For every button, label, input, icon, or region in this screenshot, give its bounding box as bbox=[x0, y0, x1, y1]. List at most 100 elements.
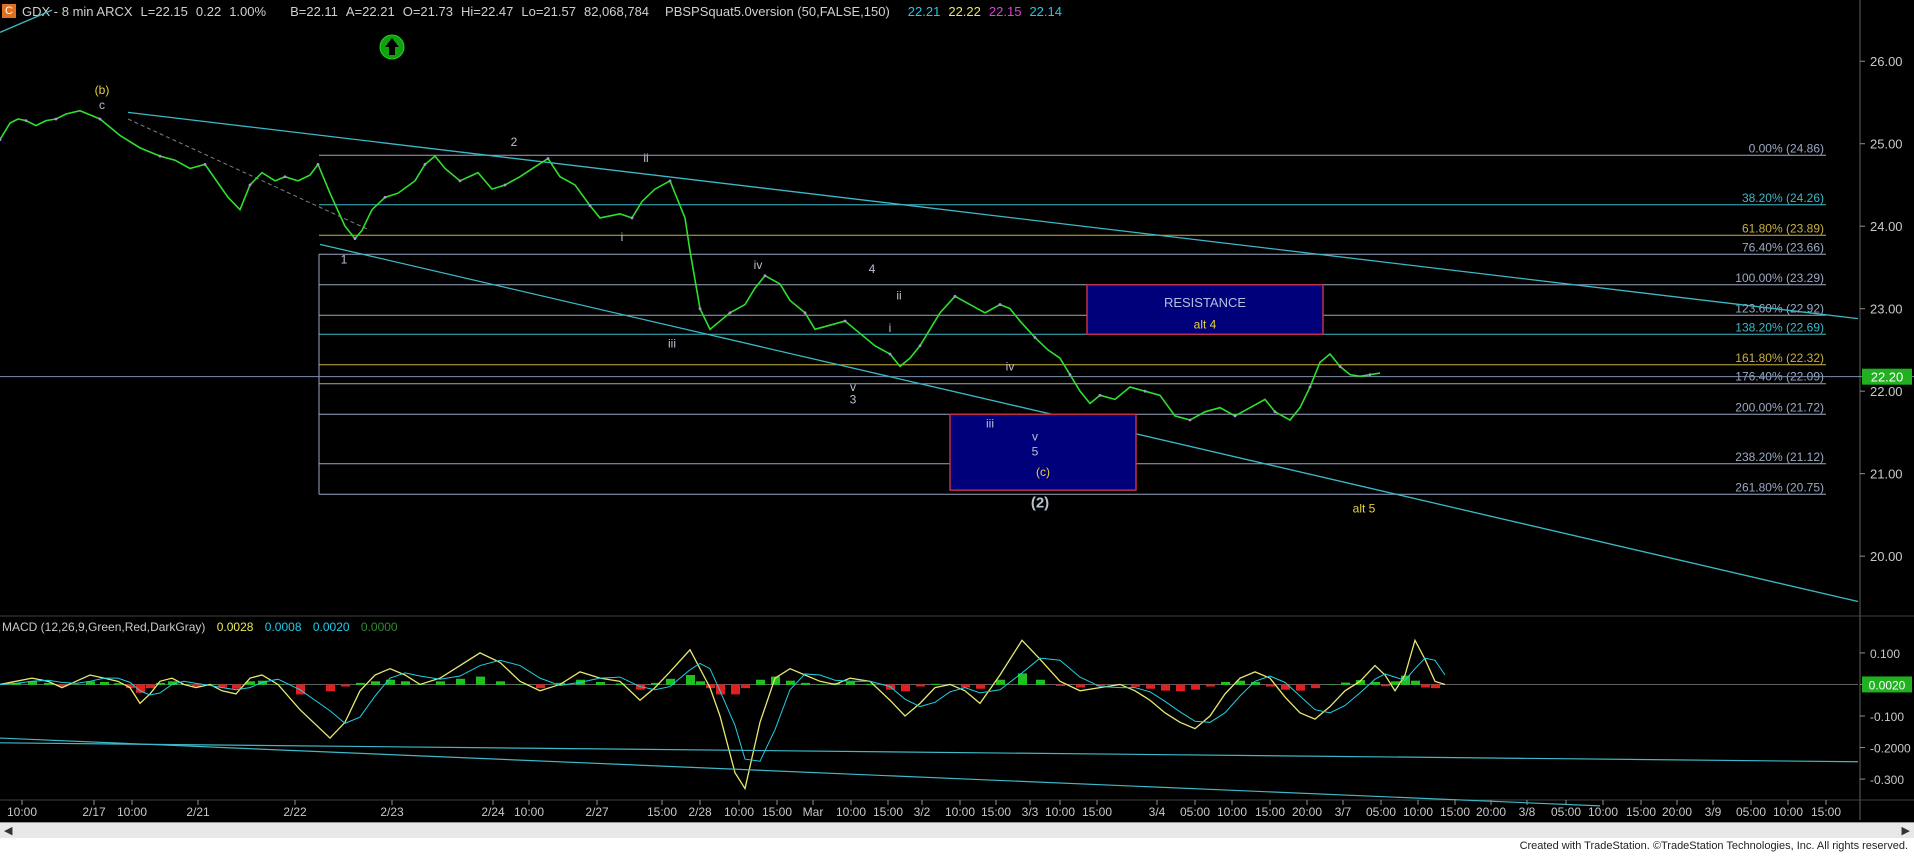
price-point bbox=[98, 117, 102, 121]
macd-hist-bar bbox=[326, 684, 335, 692]
macd-trendline-1 bbox=[0, 742, 1859, 763]
macd-hist-bar bbox=[1206, 684, 1215, 687]
price-point bbox=[803, 311, 807, 315]
scroll-right-icon[interactable]: ▶ bbox=[1902, 824, 1910, 837]
macd-hist-bar bbox=[816, 684, 825, 685]
macd-value-0: 0.0028 bbox=[216, 620, 254, 634]
price-point bbox=[353, 237, 357, 240]
price-point bbox=[843, 319, 847, 323]
x-tick-label: 3/7 bbox=[1335, 805, 1352, 819]
macd-hist-bar bbox=[476, 676, 485, 685]
macd-hist-bar bbox=[916, 684, 925, 687]
x-tick-label: 10:00 bbox=[117, 805, 147, 819]
x-tick-label: 3/2 bbox=[914, 805, 931, 819]
horizontal-scrollbar[interactable]: ◀ ▶ bbox=[0, 822, 1914, 839]
macd-hist-bar bbox=[1381, 684, 1390, 687]
price-point bbox=[1033, 336, 1037, 339]
macd-value-3: 0.0000 bbox=[360, 620, 398, 634]
macd-tick-label: -0.2000 bbox=[1870, 742, 1911, 756]
macd-line bbox=[0, 638, 1446, 791]
fib-label: 161.80% (22.32) bbox=[1735, 351, 1824, 365]
macd-hist-bar bbox=[1411, 680, 1420, 685]
x-tick-label: 05:00 bbox=[1180, 805, 1210, 819]
x-tick-label: 15:00 bbox=[1082, 805, 1112, 819]
fib-label: 138.20% (22.69) bbox=[1735, 320, 1824, 334]
x-tick-label: 05:00 bbox=[1551, 805, 1581, 819]
price-point bbox=[24, 119, 28, 123]
x-tick-label: 15:00 bbox=[647, 805, 677, 819]
x-tick-label: 15:00 bbox=[873, 805, 903, 819]
price-point bbox=[423, 162, 427, 166]
x-tick-label: 10:00 bbox=[724, 805, 754, 819]
x-tick-label: 05:00 bbox=[1736, 805, 1766, 819]
x-tick-label: 3/8 bbox=[1519, 805, 1536, 819]
price-point bbox=[998, 303, 1002, 306]
macd-hist-bar bbox=[1176, 684, 1185, 692]
price-point bbox=[1188, 418, 1192, 422]
price-point bbox=[630, 216, 634, 220]
price-point bbox=[458, 179, 462, 183]
price-line bbox=[0, 109, 1381, 422]
wave-label: (b) bbox=[95, 83, 110, 97]
scroll-left-icon[interactable]: ◀ bbox=[4, 824, 12, 837]
x-tick-label: 10:00 bbox=[1217, 805, 1247, 819]
macd-value-label: 0.0020 bbox=[1869, 678, 1906, 692]
macd-hist-bar bbox=[1341, 682, 1350, 685]
x-tick-label: 10:00 bbox=[836, 805, 866, 819]
y-tick-label: 20.00 bbox=[1870, 549, 1903, 564]
x-tick-label: 15:00 bbox=[981, 805, 1011, 819]
macd-value-2: 0.0020 bbox=[312, 620, 350, 634]
macd-hist-bar bbox=[1036, 679, 1045, 685]
price-point bbox=[54, 117, 58, 121]
dashed-trendline bbox=[127, 118, 371, 231]
wave-label: iv bbox=[754, 258, 763, 272]
wave-label: i bbox=[889, 321, 892, 335]
price-point bbox=[1308, 385, 1312, 389]
price-point bbox=[588, 204, 592, 207]
current-price-label: 22.20 bbox=[1871, 370, 1904, 385]
x-tick-label: 15:00 bbox=[762, 805, 792, 819]
x-tick-label: 10:00 bbox=[1773, 805, 1803, 819]
wave-label: (2) bbox=[1031, 494, 1049, 511]
price-point bbox=[668, 179, 672, 183]
x-tick-label: 2/23 bbox=[380, 805, 404, 819]
price-point bbox=[698, 307, 702, 311]
price-point bbox=[316, 162, 320, 166]
macd-hist-bar bbox=[901, 684, 910, 692]
wave-label: iv bbox=[1006, 360, 1015, 374]
fib-label: 261.80% (20.75) bbox=[1735, 480, 1824, 494]
x-tick-label: 2/17 bbox=[82, 805, 106, 819]
price-point bbox=[158, 154, 162, 158]
price-point bbox=[918, 344, 922, 348]
x-tick-label: 3/9 bbox=[1705, 805, 1722, 819]
box-label: RESISTANCE bbox=[1164, 295, 1246, 310]
wave-label: c bbox=[99, 98, 105, 112]
y-tick-label: 21.00 bbox=[1870, 467, 1903, 482]
x-tick-label: 2/21 bbox=[186, 805, 210, 819]
x-tick-label: 2/28 bbox=[688, 805, 712, 819]
macd-hist-bar bbox=[100, 681, 109, 685]
macd-hist-bar bbox=[976, 684, 985, 689]
wave-label: v bbox=[1032, 430, 1038, 444]
macd-tick-label: -0.300 bbox=[1870, 773, 1904, 787]
macd-hist-bar bbox=[741, 684, 750, 689]
upper-trendline bbox=[127, 111, 1859, 320]
macd-hist-bar bbox=[801, 682, 810, 685]
fib-label: 38.20% (24.26) bbox=[1742, 191, 1824, 205]
macd-hist-bar bbox=[516, 684, 525, 685]
macd-hist-bar bbox=[1056, 684, 1065, 686]
price-point bbox=[1098, 393, 1102, 397]
macd-hist-bar bbox=[496, 681, 505, 685]
price-chart[interactable]: 26.00 25.00 24.00 23.00 22.00 21.00 20.00 0.00%… bbox=[0, 0, 1914, 822]
x-tick-label: 10:00 bbox=[1045, 805, 1075, 819]
macd-hist-bar bbox=[72, 684, 81, 685]
macd-hist-bar bbox=[931, 683, 940, 685]
x-tick-label: 05:00 bbox=[1366, 805, 1396, 819]
macd-tick-label: -0.100 bbox=[1870, 710, 1904, 724]
macd-hist-bar bbox=[1131, 684, 1140, 687]
macd-hist-bar bbox=[371, 681, 380, 685]
wave-label: ii bbox=[896, 289, 901, 303]
macd-hist-bar bbox=[961, 684, 970, 688]
y-tick-label: 22.00 bbox=[1870, 384, 1903, 399]
x-tick-label: 10:00 bbox=[514, 805, 544, 819]
